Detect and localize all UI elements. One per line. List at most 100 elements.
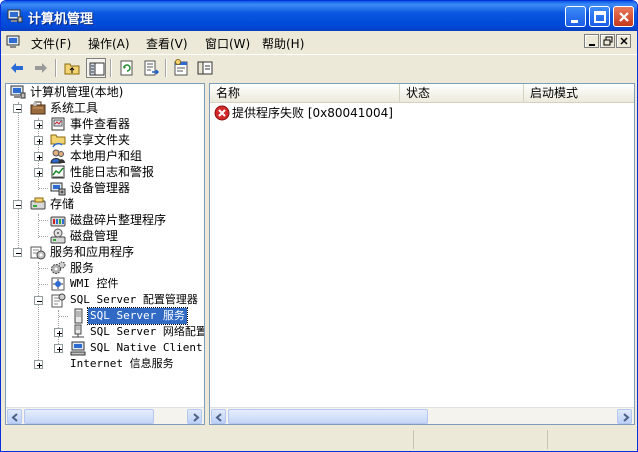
tree-label-disk-management: 磁盘管理 <box>70 229 119 243</box>
chevron-right-icon <box>623 413 630 422</box>
column-header-name[interactable]: 名称 <box>210 84 400 103</box>
collapse-icon[interactable] <box>34 296 43 305</box>
tree-label-shared-folders: 共享文件夹 <box>70 133 131 147</box>
services-apps-icon <box>30 244 46 260</box>
wmi-control-icon <box>50 276 66 292</box>
refresh-icon <box>120 60 133 76</box>
close-button[interactable] <box>613 6 634 27</box>
minimize-button[interactable] <box>565 6 586 27</box>
toolbar-separator <box>165 59 167 77</box>
tree-line <box>38 262 39 366</box>
tree-label-device-manager: 设备管理器 <box>70 181 131 195</box>
back-icon <box>11 63 23 73</box>
server-tower-icon <box>70 308 86 324</box>
show-hide-tree-icon <box>89 62 105 76</box>
error-icon <box>214 105 230 121</box>
up-folder-icon <box>64 63 80 75</box>
mdi-restore-button[interactable] <box>600 34 615 48</box>
scroll-left-button[interactable] <box>7 409 22 424</box>
help-button[interactable] <box>195 58 215 78</box>
chevron-left-icon <box>215 413 222 422</box>
toolbar-separator <box>110 59 112 77</box>
tree-line <box>39 236 48 237</box>
title-bar[interactable]: 计算机管理 <box>1 1 637 31</box>
tree-label-sql-network: SQL Server 网络配置 <box>90 325 205 338</box>
properties-button[interactable] <box>171 58 191 78</box>
collapse-icon[interactable] <box>13 104 22 113</box>
list-horizontal-scrollbar[interactable] <box>210 407 634 424</box>
forward-button[interactable] <box>31 58 51 78</box>
tree-line <box>59 316 68 317</box>
tree-label-system-tools: 系统工具 <box>50 101 99 115</box>
menu-bar: 文件(F) 操作(A) 查看(V) 窗口(W) 帮助(H) <box>1 31 637 53</box>
mdi-system-icon[interactable] <box>6 34 22 53</box>
up-level-button[interactable] <box>62 58 82 78</box>
defrag-icon <box>50 212 66 228</box>
menu-window[interactable]: 窗口(W) <box>205 35 250 52</box>
menu-file[interactable]: 文件(F) <box>31 35 71 52</box>
status-panel <box>547 430 635 449</box>
tree-label-event-viewer: 事件查看器 <box>70 117 131 131</box>
performance-logs-icon <box>50 164 66 180</box>
forward-icon <box>35 63 47 73</box>
tree-label-sql-services: SQL Server 服务 <box>87 307 188 325</box>
export-list-button[interactable] <box>141 58 161 78</box>
expand-icon[interactable] <box>34 136 43 145</box>
column-header-status[interactable]: 状态 <box>400 84 524 103</box>
tree-label-services-apps: 服务和应用程序 <box>50 245 135 259</box>
expand-icon[interactable] <box>34 168 43 177</box>
tree-line <box>18 102 19 254</box>
tree-label-sql-config-manager: SQL Server 配置管理器 <box>70 293 198 306</box>
tree-line <box>39 188 48 189</box>
scroll-thumb[interactable] <box>24 409 154 424</box>
collapse-icon[interactable] <box>13 248 22 257</box>
status-panel <box>413 430 547 449</box>
expand-icon[interactable] <box>34 360 43 369</box>
mdi-close-button[interactable] <box>616 34 631 48</box>
client-computer-icon <box>70 340 86 356</box>
column-header-startup-mode[interactable]: 启动模式 <box>524 84 634 103</box>
chevron-left-icon <box>11 413 18 422</box>
scroll-right-button[interactable] <box>617 409 632 424</box>
computer-management-icon <box>10 84 26 100</box>
menu-help[interactable]: 帮助(H) <box>262 35 304 52</box>
show-hide-tree-button[interactable] <box>86 58 106 78</box>
scroll-left-button[interactable] <box>211 409 226 424</box>
disk-management-icon <box>50 228 66 244</box>
computer-management-window: 计算机管理 文件(F) 操作(A) 查看(V) 窗口(W) 帮助(H) 计算机管… <box>0 0 638 452</box>
gear-icon <box>50 260 66 276</box>
tree-line <box>39 268 48 269</box>
scroll-thumb[interactable] <box>228 409 428 424</box>
toolbox-icon <box>30 100 46 116</box>
tree-label-sql-native-client: SQL Native Client 10 <box>90 341 204 354</box>
mdi-minimize-button[interactable] <box>584 34 599 48</box>
maximize-button[interactable] <box>589 6 610 27</box>
scroll-right-button[interactable] <box>187 409 202 424</box>
expand-icon[interactable] <box>34 152 43 161</box>
chevron-right-icon <box>193 413 200 422</box>
tree-horizontal-scrollbar[interactable] <box>6 407 204 424</box>
tree-label-perf-logs: 性能日志和警报 <box>70 165 155 179</box>
status-bar <box>1 429 637 451</box>
mdi-controls <box>583 34 631 51</box>
expand-icon[interactable] <box>54 328 63 337</box>
expand-icon[interactable] <box>54 344 63 353</box>
menu-view[interactable]: 查看(V) <box>146 35 188 52</box>
console-tree[interactable]: 计算机管理(本地) 系统工具 事件查看器 共享文件夹 本地用户和组 性能日志和警… <box>5 83 205 425</box>
tree-label-root: 计算机管理(本地) <box>30 85 124 99</box>
result-list[interactable]: 名称 状态 启动模式 提供程序失败 [0x80041004] <box>209 83 635 425</box>
refresh-button[interactable] <box>117 58 137 78</box>
device-manager-icon <box>50 180 66 196</box>
menu-action[interactable]: 操作(A) <box>88 35 130 52</box>
back-button[interactable] <box>7 58 27 78</box>
tree-label-wmi: WMI 控件 <box>70 277 119 290</box>
sql-config-manager-icon <box>50 292 66 308</box>
tree-label-defrag: 磁盘碎片整理程序 <box>70 213 167 227</box>
tree-label-services: 服务 <box>70 261 95 275</box>
event-viewer-icon <box>50 116 66 132</box>
expand-icon[interactable] <box>34 120 43 129</box>
collapse-icon[interactable] <box>13 200 22 209</box>
tree-line <box>39 284 48 285</box>
tree-label-storage: 存储 <box>50 197 75 211</box>
network-config-icon <box>70 324 86 340</box>
